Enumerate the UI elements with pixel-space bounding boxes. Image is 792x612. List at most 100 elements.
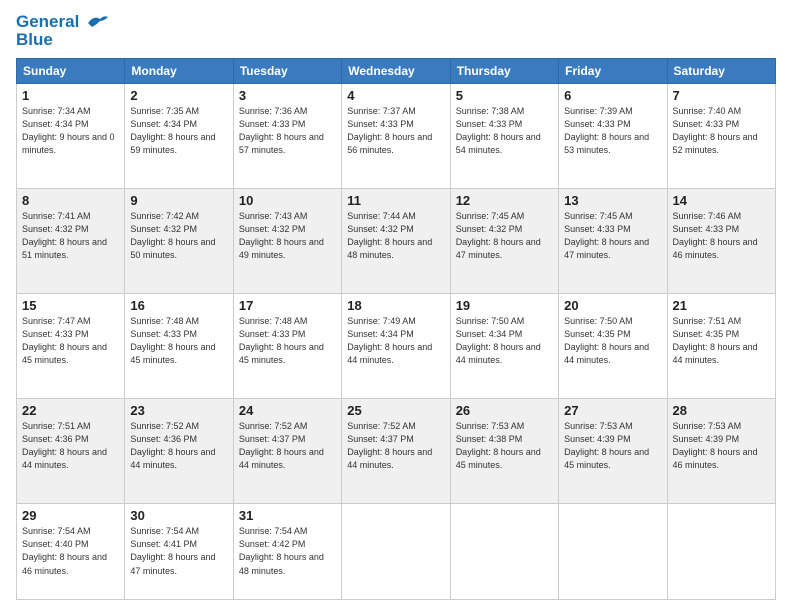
calendar-cell: 16 Sunrise: 7:48 AM Sunset: 4:33 PM Dayl… bbox=[125, 293, 233, 398]
calendar-cell: 3 Sunrise: 7:36 AM Sunset: 4:33 PM Dayli… bbox=[233, 83, 341, 188]
day-info: Sunrise: 7:54 AM Sunset: 4:40 PM Dayligh… bbox=[22, 525, 119, 577]
weekday-header-thursday: Thursday bbox=[450, 58, 558, 83]
calendar-cell: 2 Sunrise: 7:35 AM Sunset: 4:34 PM Dayli… bbox=[125, 83, 233, 188]
day-number: 12 bbox=[456, 193, 553, 208]
weekday-header-tuesday: Tuesday bbox=[233, 58, 341, 83]
day-info: Sunrise: 7:52 AM Sunset: 4:37 PM Dayligh… bbox=[239, 420, 336, 472]
day-number: 4 bbox=[347, 88, 444, 103]
calendar-cell: 8 Sunrise: 7:41 AM Sunset: 4:32 PM Dayli… bbox=[17, 188, 125, 293]
calendar-cell: 24 Sunrise: 7:52 AM Sunset: 4:37 PM Dayl… bbox=[233, 399, 341, 504]
calendar-week-5: 29 Sunrise: 7:54 AM Sunset: 4:40 PM Dayl… bbox=[17, 504, 776, 600]
day-info: Sunrise: 7:45 AM Sunset: 4:33 PM Dayligh… bbox=[564, 210, 661, 262]
day-number: 28 bbox=[673, 403, 770, 418]
day-info: Sunrise: 7:53 AM Sunset: 4:38 PM Dayligh… bbox=[456, 420, 553, 472]
calendar-cell: 17 Sunrise: 7:48 AM Sunset: 4:33 PM Dayl… bbox=[233, 293, 341, 398]
day-number: 26 bbox=[456, 403, 553, 418]
calendar-cell bbox=[559, 504, 667, 600]
calendar-cell: 7 Sunrise: 7:40 AM Sunset: 4:33 PM Dayli… bbox=[667, 83, 775, 188]
calendar-cell: 28 Sunrise: 7:53 AM Sunset: 4:39 PM Dayl… bbox=[667, 399, 775, 504]
calendar-cell: 12 Sunrise: 7:45 AM Sunset: 4:32 PM Dayl… bbox=[450, 188, 558, 293]
day-number: 22 bbox=[22, 403, 119, 418]
day-info: Sunrise: 7:54 AM Sunset: 4:42 PM Dayligh… bbox=[239, 525, 336, 577]
calendar-cell: 13 Sunrise: 7:45 AM Sunset: 4:33 PM Dayl… bbox=[559, 188, 667, 293]
day-info: Sunrise: 7:41 AM Sunset: 4:32 PM Dayligh… bbox=[22, 210, 119, 262]
calendar-cell: 29 Sunrise: 7:54 AM Sunset: 4:40 PM Dayl… bbox=[17, 504, 125, 600]
page: General Blue SundayMondayTuesdayWednesda… bbox=[0, 0, 792, 612]
calendar-week-3: 15 Sunrise: 7:47 AM Sunset: 4:33 PM Dayl… bbox=[17, 293, 776, 398]
calendar-cell: 27 Sunrise: 7:53 AM Sunset: 4:39 PM Dayl… bbox=[559, 399, 667, 504]
day-number: 6 bbox=[564, 88, 661, 103]
calendar-table: SundayMondayTuesdayWednesdayThursdayFrid… bbox=[16, 58, 776, 600]
day-info: Sunrise: 7:45 AM Sunset: 4:32 PM Dayligh… bbox=[456, 210, 553, 262]
weekday-header-wednesday: Wednesday bbox=[342, 58, 450, 83]
day-info: Sunrise: 7:49 AM Sunset: 4:34 PM Dayligh… bbox=[347, 315, 444, 367]
calendar-cell: 21 Sunrise: 7:51 AM Sunset: 4:35 PM Dayl… bbox=[667, 293, 775, 398]
day-number: 30 bbox=[130, 508, 227, 523]
logo-bird-icon bbox=[86, 13, 108, 31]
day-number: 29 bbox=[22, 508, 119, 523]
day-info: Sunrise: 7:36 AM Sunset: 4:33 PM Dayligh… bbox=[239, 105, 336, 157]
day-number: 10 bbox=[239, 193, 336, 208]
day-number: 5 bbox=[456, 88, 553, 103]
weekday-header-monday: Monday bbox=[125, 58, 233, 83]
weekday-header-saturday: Saturday bbox=[667, 58, 775, 83]
weekday-header-friday: Friday bbox=[559, 58, 667, 83]
day-number: 11 bbox=[347, 193, 444, 208]
day-number: 27 bbox=[564, 403, 661, 418]
day-info: Sunrise: 7:53 AM Sunset: 4:39 PM Dayligh… bbox=[564, 420, 661, 472]
calendar-cell: 15 Sunrise: 7:47 AM Sunset: 4:33 PM Dayl… bbox=[17, 293, 125, 398]
day-number: 13 bbox=[564, 193, 661, 208]
calendar-week-1: 1 Sunrise: 7:34 AM Sunset: 4:34 PM Dayli… bbox=[17, 83, 776, 188]
day-number: 14 bbox=[673, 193, 770, 208]
day-info: Sunrise: 7:54 AM Sunset: 4:41 PM Dayligh… bbox=[130, 525, 227, 577]
day-info: Sunrise: 7:51 AM Sunset: 4:35 PM Dayligh… bbox=[673, 315, 770, 367]
logo-text: General bbox=[16, 12, 108, 32]
calendar-cell: 14 Sunrise: 7:46 AM Sunset: 4:33 PM Dayl… bbox=[667, 188, 775, 293]
calendar-cell: 6 Sunrise: 7:39 AM Sunset: 4:33 PM Dayli… bbox=[559, 83, 667, 188]
day-info: Sunrise: 7:48 AM Sunset: 4:33 PM Dayligh… bbox=[130, 315, 227, 367]
day-info: Sunrise: 7:43 AM Sunset: 4:32 PM Dayligh… bbox=[239, 210, 336, 262]
day-number: 8 bbox=[22, 193, 119, 208]
day-number: 23 bbox=[130, 403, 227, 418]
calendar-cell: 23 Sunrise: 7:52 AM Sunset: 4:36 PM Dayl… bbox=[125, 399, 233, 504]
day-number: 15 bbox=[22, 298, 119, 313]
day-info: Sunrise: 7:37 AM Sunset: 4:33 PM Dayligh… bbox=[347, 105, 444, 157]
day-number: 25 bbox=[347, 403, 444, 418]
calendar-cell: 31 Sunrise: 7:54 AM Sunset: 4:42 PM Dayl… bbox=[233, 504, 341, 600]
day-info: Sunrise: 7:51 AM Sunset: 4:36 PM Dayligh… bbox=[22, 420, 119, 472]
day-info: Sunrise: 7:35 AM Sunset: 4:34 PM Dayligh… bbox=[130, 105, 227, 157]
calendar-cell bbox=[450, 504, 558, 600]
calendar-cell: 5 Sunrise: 7:38 AM Sunset: 4:33 PM Dayli… bbox=[450, 83, 558, 188]
day-info: Sunrise: 7:42 AM Sunset: 4:32 PM Dayligh… bbox=[130, 210, 227, 262]
day-info: Sunrise: 7:39 AM Sunset: 4:33 PM Dayligh… bbox=[564, 105, 661, 157]
day-info: Sunrise: 7:47 AM Sunset: 4:33 PM Dayligh… bbox=[22, 315, 119, 367]
calendar-cell: 26 Sunrise: 7:53 AM Sunset: 4:38 PM Dayl… bbox=[450, 399, 558, 504]
calendar-cell: 19 Sunrise: 7:50 AM Sunset: 4:34 PM Dayl… bbox=[450, 293, 558, 398]
calendar-cell: 10 Sunrise: 7:43 AM Sunset: 4:32 PM Dayl… bbox=[233, 188, 341, 293]
calendar-cell bbox=[667, 504, 775, 600]
day-info: Sunrise: 7:38 AM Sunset: 4:33 PM Dayligh… bbox=[456, 105, 553, 157]
day-number: 9 bbox=[130, 193, 227, 208]
day-number: 19 bbox=[456, 298, 553, 313]
day-info: Sunrise: 7:40 AM Sunset: 4:33 PM Dayligh… bbox=[673, 105, 770, 157]
day-info: Sunrise: 7:48 AM Sunset: 4:33 PM Dayligh… bbox=[239, 315, 336, 367]
header: General Blue bbox=[16, 12, 776, 50]
day-info: Sunrise: 7:52 AM Sunset: 4:36 PM Dayligh… bbox=[130, 420, 227, 472]
day-number: 20 bbox=[564, 298, 661, 313]
day-number: 21 bbox=[673, 298, 770, 313]
logo-blue: Blue bbox=[16, 30, 108, 50]
calendar-cell: 11 Sunrise: 7:44 AM Sunset: 4:32 PM Dayl… bbox=[342, 188, 450, 293]
day-number: 1 bbox=[22, 88, 119, 103]
day-number: 17 bbox=[239, 298, 336, 313]
calendar-week-2: 8 Sunrise: 7:41 AM Sunset: 4:32 PM Dayli… bbox=[17, 188, 776, 293]
day-number: 24 bbox=[239, 403, 336, 418]
calendar-week-4: 22 Sunrise: 7:51 AM Sunset: 4:36 PM Dayl… bbox=[17, 399, 776, 504]
day-info: Sunrise: 7:50 AM Sunset: 4:34 PM Dayligh… bbox=[456, 315, 553, 367]
day-number: 3 bbox=[239, 88, 336, 103]
calendar-cell: 20 Sunrise: 7:50 AM Sunset: 4:35 PM Dayl… bbox=[559, 293, 667, 398]
day-info: Sunrise: 7:50 AM Sunset: 4:35 PM Dayligh… bbox=[564, 315, 661, 367]
weekday-header-row: SundayMondayTuesdayWednesdayThursdayFrid… bbox=[17, 58, 776, 83]
day-number: 16 bbox=[130, 298, 227, 313]
logo: General Blue bbox=[16, 12, 108, 50]
calendar-cell: 30 Sunrise: 7:54 AM Sunset: 4:41 PM Dayl… bbox=[125, 504, 233, 600]
